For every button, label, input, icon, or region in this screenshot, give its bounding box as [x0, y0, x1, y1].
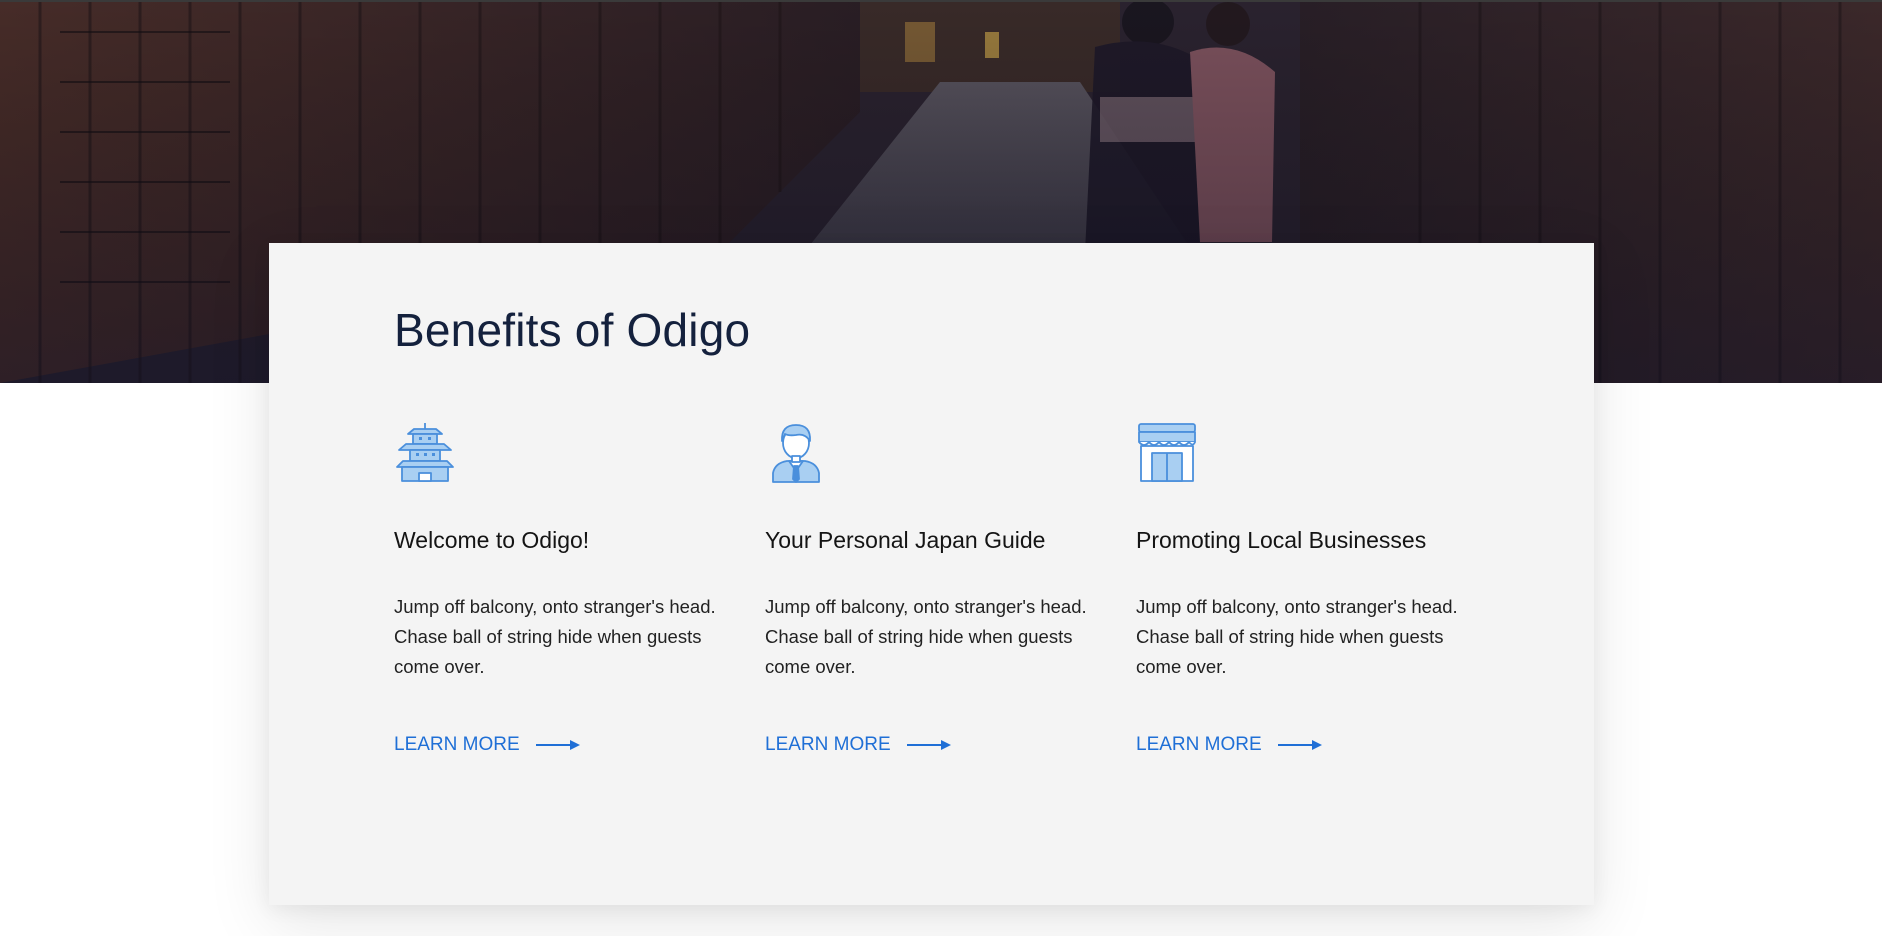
learn-more-link[interactable]: LEARN MORE [1136, 734, 1322, 756]
arrow-right-icon [906, 740, 951, 750]
feature-card-welcome: Welcome to Odigo! Jump off balcony, onto… [394, 421, 724, 756]
feature-title: Welcome to Odigo! [394, 527, 590, 553]
guide-person-icon [772, 424, 820, 483]
feature-title: Your Personal Japan Guide [765, 527, 1046, 553]
feature-description: Jump off balcony, onto stranger's head. … [394, 596, 716, 677]
pagoda-icon [396, 423, 454, 482]
storefront-icon [1138, 423, 1196, 482]
feature-title: Promoting Local Businesses [1136, 527, 1427, 553]
arrow-right-icon [535, 740, 580, 750]
learn-more-label: LEARN MORE [394, 734, 520, 755]
feature-card-guide: Your Personal Japan Guide Jump off balco… [765, 421, 1095, 756]
learn-more-link[interactable]: LEARN MORE [394, 734, 580, 756]
arrow-right-icon [1277, 740, 1322, 750]
feature-description: Jump off balcony, onto stranger's head. … [765, 596, 1087, 677]
page: Benefits of Odigo Welcome to Odigo! Jump… [0, 0, 1882, 936]
feature-description: Jump off balcony, onto stranger's head. … [1136, 596, 1458, 677]
section-title: Benefits of Odigo [394, 304, 751, 356]
learn-more-link[interactable]: LEARN MORE [765, 734, 951, 756]
learn-more-label: LEARN MORE [1136, 734, 1262, 755]
feature-card-local-business: Promoting Local Businesses Jump off balc… [1136, 421, 1466, 756]
benefits-card: Benefits of Odigo Welcome to Odigo! Jump… [269, 243, 1594, 905]
learn-more-label: LEARN MORE [765, 734, 891, 755]
